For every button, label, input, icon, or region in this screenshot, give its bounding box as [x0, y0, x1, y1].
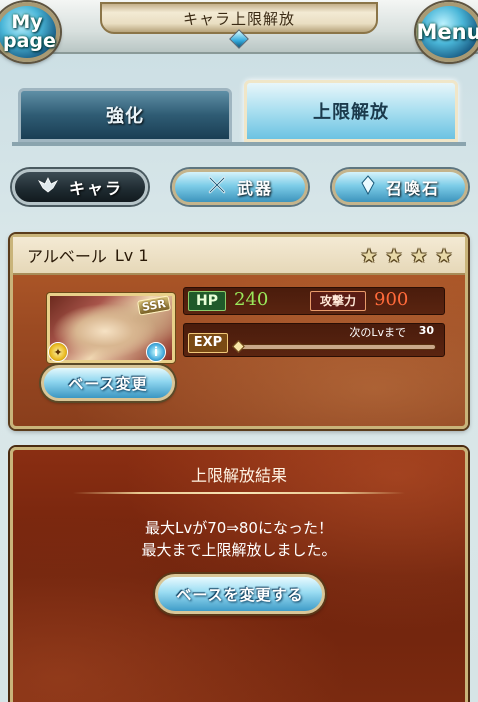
character-panel: アルベール Lv 1 ★ ★ ★ ★ SSR ✦ i HP 240 攻撃力 90… [10, 234, 468, 429]
result-panel: 上限解放結果 最大Lvが70⇒80になった！ 最大まで上限解放しました。 ベース… [10, 447, 468, 702]
filter-weapon-button[interactable]: 武器 [172, 169, 308, 205]
element-light-icon: ✦ [48, 342, 68, 362]
next-level-value: 30 [418, 324, 434, 337]
change-base-button[interactable]: ベースを変更する [155, 574, 325, 614]
crystal-icon [360, 174, 376, 200]
result-divider [73, 492, 405, 494]
menu-button[interactable]: Menu [416, 2, 478, 62]
top-bar: My page キャラ上限解放 Menu [0, 0, 478, 62]
star-icon: ★ [385, 245, 403, 267]
base-change-label: ベース変更 [68, 374, 148, 393]
result-message-line2: 最大まで上限解放しました。 [141, 541, 337, 559]
exp-label: EXP [188, 333, 228, 353]
character-portrait[interactable]: SSR ✦ i [47, 293, 175, 363]
info-icon[interactable]: i [146, 342, 166, 362]
exp-bar [240, 344, 436, 350]
exp-row: EXP 次のLvまで 30 [183, 323, 445, 357]
result-title: 上限解放結果 [190, 466, 287, 485]
tab-limit-break-label: 上限解放 [313, 102, 389, 123]
change-base-label: ベースを変更する [176, 585, 304, 604]
character-level: Lv 1 [114, 245, 149, 265]
ssr-badge: SSR [137, 295, 172, 316]
filter-summon-label: 召喚石 [385, 179, 440, 198]
filter-character-button[interactable]: キャラ [12, 169, 148, 205]
menu-label: Menu [416, 20, 478, 44]
filter-character-label: キャラ [68, 179, 123, 198]
star-icon: ★ [435, 245, 453, 267]
page-title-text: キャラ上限解放 [182, 9, 295, 28]
character-name: アルベール [27, 247, 107, 266]
tab-limit-break[interactable]: 上限解放 [244, 80, 458, 142]
star-icon: ★ [410, 245, 428, 267]
hp-value: 240 [234, 289, 269, 310]
tab-bar: 強化 上限解放 [18, 80, 458, 142]
mypage-label: My page [3, 11, 56, 52]
star-icon: ★ [360, 245, 378, 267]
filter-weapon-label: 武器 [236, 179, 273, 198]
atk-label: 攻撃力 [310, 291, 366, 311]
result-message-line1: 最大Lvが70⇒80になった！ [145, 519, 333, 537]
base-change-button[interactable]: ベース変更 [41, 365, 175, 401]
hp-atk-row: HP 240 攻撃力 900 [183, 287, 445, 315]
crossed-swords-icon [207, 175, 227, 200]
character-header: アルベール Lv 1 ★ ★ ★ ★ [13, 237, 465, 275]
tab-enhance-label: 強化 [106, 106, 144, 127]
hp-label: HP [188, 291, 226, 311]
rarity-stars: ★ ★ ★ ★ [358, 245, 455, 267]
character-emblem-icon [37, 176, 59, 199]
atk-value: 900 [374, 289, 409, 310]
filter-summon-button[interactable]: 召喚石 [332, 169, 468, 205]
tab-underline [12, 142, 466, 146]
next-level-label: 次のLvまで [349, 326, 406, 339]
mypage-button[interactable]: My page [0, 2, 60, 62]
exp-marker-icon [232, 340, 245, 353]
tab-enhance[interactable]: 強化 [18, 88, 232, 142]
